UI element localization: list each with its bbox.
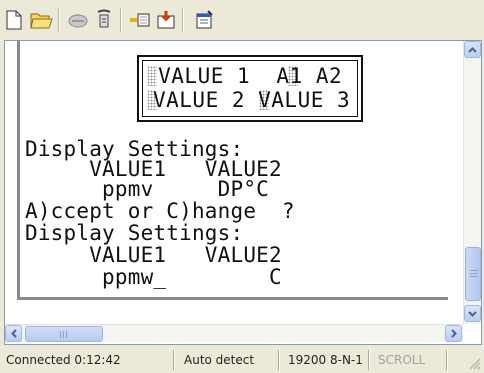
grip-line xyxy=(63,331,64,338)
status-connected: Connected 0:12:42 xyxy=(6,353,121,367)
vertical-scrollbar[interactable] xyxy=(463,41,481,324)
screen-left-border xyxy=(17,41,20,297)
status-divider xyxy=(368,350,369,370)
status-detect: Auto detect xyxy=(184,353,255,367)
chevron-up-icon xyxy=(468,46,477,53)
status-divider xyxy=(446,350,447,370)
terminal-window: VALUE 1 A1 A2 VALUE 2 VALUE 3 Display Se… xyxy=(4,40,482,345)
grip-line xyxy=(470,270,478,271)
disconnect-icon[interactable] xyxy=(66,8,90,32)
toolbar-separator xyxy=(58,8,59,32)
resize-grip-icon[interactable] xyxy=(468,357,481,370)
toolbar-separator xyxy=(182,8,183,32)
terminal-line: VALUE1 VALUE2 xyxy=(25,243,282,267)
vertical-scroll-thumb[interactable] xyxy=(465,247,481,301)
scroll-up-button[interactable] xyxy=(464,41,481,58)
terminal-line: ppmw_ C xyxy=(25,265,282,289)
open-icon[interactable] xyxy=(30,8,54,32)
toolbar-separator xyxy=(120,8,121,32)
terminal-line: ppmv DP°C xyxy=(25,177,270,201)
status-divider xyxy=(173,350,174,370)
new-icon[interactable] xyxy=(2,8,26,32)
terminal-line: A)ccept or C)hange ? xyxy=(25,199,295,223)
horizontal-scrollbar[interactable] xyxy=(5,324,463,342)
properties-phone-icon[interactable] xyxy=(92,8,116,32)
properties-icon[interactable] xyxy=(192,8,216,32)
status-port-settings: 19200 8-N-1 xyxy=(288,353,363,367)
scroll-down-button[interactable] xyxy=(464,305,481,322)
grip-line xyxy=(60,331,61,338)
chevron-right-icon xyxy=(450,329,457,338)
terminal-screen[interactable]: VALUE 1 A1 A2 VALUE 2 VALUE 3 Display Se… xyxy=(5,41,463,324)
lcd-display: VALUE 1 A1 A2 VALUE 2 VALUE 3 xyxy=(137,55,363,122)
grip-line xyxy=(470,276,478,277)
lcd-line-1: VALUE 1 A1 A2 xyxy=(145,64,343,88)
status-scroll: SCROLL xyxy=(378,353,426,367)
lcd-line-2: VALUE 2 VALUE 3 xyxy=(153,88,351,112)
send-icon[interactable] xyxy=(128,8,152,32)
status-divider xyxy=(278,350,279,370)
status-bar: Connected 0:12:42 Auto detect 19200 8-N-… xyxy=(0,345,484,373)
receive-icon[interactable] xyxy=(154,8,178,32)
screen-bottom-border xyxy=(17,297,448,300)
toolbar xyxy=(0,0,484,40)
chevron-left-icon xyxy=(10,329,17,338)
grip-line xyxy=(470,273,478,274)
scroll-left-button[interactable] xyxy=(5,325,22,342)
horizontal-scroll-thumb[interactable] xyxy=(25,326,103,342)
scroll-right-button[interactable] xyxy=(445,325,462,342)
terminal-line: Display Settings: xyxy=(25,221,244,245)
chevron-down-icon xyxy=(468,310,477,317)
grip-line xyxy=(66,331,67,338)
